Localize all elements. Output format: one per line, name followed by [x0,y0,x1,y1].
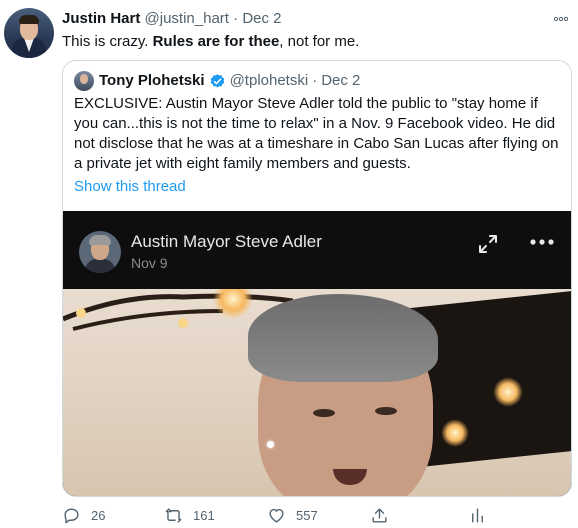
video-avatar [79,231,121,273]
reply-icon [64,508,79,524]
embedded-video[interactable]: Austin Mayor Steve Adler Nov 9 [63,211,571,496]
video-title: Austin Mayor Steve Adler [131,232,322,251]
quoted-author-name: Tony Plohetski [99,72,205,89]
analytics-icon [472,508,483,523]
reply-count: 26 [91,508,106,523]
video-date: Nov 9 [131,255,168,271]
show-thread-link[interactable]: Show this thread [74,177,186,197]
tweet-actions: 26 161 557 [62,506,572,526]
share-icon [372,508,387,523]
author-handle[interactable]: @justin_hart [145,10,229,27]
tweet-text-before: This is crazy. [62,33,153,50]
quoted-tweet[interactable]: Tony Plohetski @tplohetski · Dec 2 EXCLU… [62,60,572,497]
header-separator: · [233,10,239,27]
quoted-date: Dec 2 [321,72,361,89]
video-avatar-hair [89,235,111,245]
retweet-button[interactable]: 161 [164,506,215,525]
tweet-text: This is crazy. Rules are for thee, not f… [62,32,359,51]
person-hair [248,294,438,382]
heart-icon [269,508,284,523]
tweet-header: Justin Hart @justin_hart · Dec 2 [62,10,282,28]
retweet-count: 161 [193,508,215,523]
tweet-date[interactable]: Dec 2 [242,10,281,27]
avatar-hair [19,15,39,24]
author-name[interactable]: Justin Hart [62,10,140,27]
video-header: Austin Mayor Steve Adler Nov 9 [63,211,571,289]
verified-badge-icon [210,73,224,88]
quoted-separator: · [312,72,318,89]
quoted-author-handle: @tplohetski [229,72,309,89]
tv-reflection [441,419,469,447]
quoted-avatar [74,71,94,91]
retweet-icon [165,508,182,523]
more-dots-icon[interactable] [553,10,569,25]
quoted-text: EXCLUSIVE: Austin Mayor Steve Adler told… [74,95,559,172]
tweet[interactable]: Justin Hart @justin_hart · Dec 2 This is… [0,0,578,528]
analytics-button[interactable] [468,506,497,525]
person-eye [375,407,397,415]
author-avatar[interactable] [4,8,54,58]
tweet-text-bold: Rules are for thee [152,33,280,50]
person-eye [313,409,335,417]
tv-reflection [493,377,523,407]
person-earring [267,441,274,448]
share-button[interactable] [370,506,399,525]
tweet-text-after: , not for me. [279,33,360,50]
quoted-header: Tony Plohetski @tplohetski · Dec 2 [74,71,360,91]
video-avatar-suit [85,259,115,273]
expand-icon[interactable] [477,233,499,255]
video-more-icon[interactable] [529,237,555,247]
like-button[interactable]: 557 [267,506,318,525]
like-count: 557 [296,508,318,523]
video-frame[interactable] [63,289,571,496]
reply-button[interactable]: 26 [62,506,105,525]
